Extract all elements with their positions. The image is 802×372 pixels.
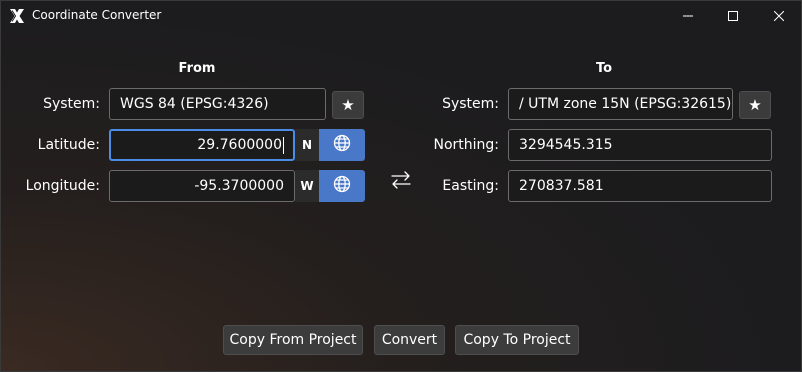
convert-button[interactable]: Convert <box>374 325 445 355</box>
to-system-label: System: <box>442 96 499 112</box>
latitude-direction: N <box>295 129 319 161</box>
latitude-value: 29.7600000 <box>197 137 282 153</box>
text-caret <box>283 136 284 154</box>
globe-icon <box>333 134 351 156</box>
latitude-label: Latitude: <box>37 137 100 153</box>
easting-label: Easting: <box>442 178 499 194</box>
star-icon: ★ <box>341 96 355 114</box>
maximize-button[interactable] <box>710 0 756 32</box>
close-icon <box>774 11 784 21</box>
longitude-input[interactable]: -95.3700000 <box>109 170 295 202</box>
longitude-label: Longitude: <box>25 178 100 194</box>
x-logo-icon <box>9 8 25 24</box>
from-system-field[interactable]: WGS 84 (EPSG:4326) <box>109 88 326 120</box>
latitude-globe-button[interactable] <box>319 129 365 161</box>
northing-label: Northing: <box>433 137 499 153</box>
from-heading: From <box>178 61 216 76</box>
from-system-label: System: <box>43 96 100 112</box>
maximize-icon <box>728 11 738 21</box>
longitude-direction: W <box>295 170 319 202</box>
title-bar[interactable]: Coordinate Converter <box>0 0 802 32</box>
globe-icon <box>333 175 351 197</box>
to-heading: To <box>595 61 613 76</box>
copy-from-project-button[interactable]: Copy From Project <box>223 325 363 355</box>
to-favorite-button[interactable]: ★ <box>739 91 771 119</box>
longitude-globe-button[interactable] <box>319 170 365 202</box>
from-favorite-button[interactable]: ★ <box>332 91 364 119</box>
minimize-icon <box>683 11 693 21</box>
star-icon: ★ <box>748 96 762 114</box>
window-title: Coordinate Converter <box>32 8 162 22</box>
copy-to-project-button[interactable]: Copy To Project <box>455 325 579 355</box>
close-button[interactable] <box>756 0 802 32</box>
minimize-button[interactable] <box>665 0 711 32</box>
easting-field[interactable]: 270837.581 <box>508 170 772 202</box>
swap-arrows-icon <box>390 170 412 190</box>
northing-field[interactable]: 3294545.315 <box>508 129 772 161</box>
latitude-input[interactable]: 29.7600000 <box>109 129 295 161</box>
to-system-field[interactable]: / UTM zone 15N (EPSG:32615) <box>508 88 733 120</box>
